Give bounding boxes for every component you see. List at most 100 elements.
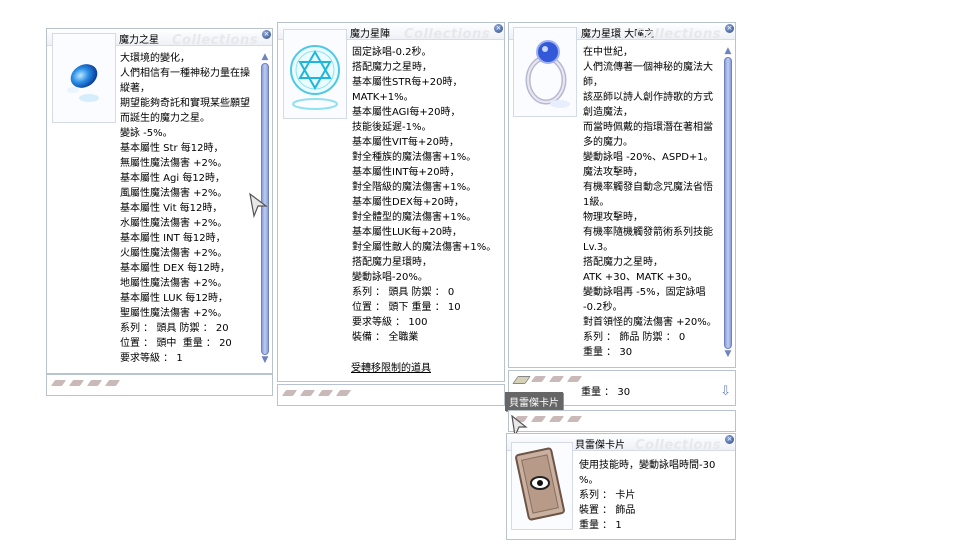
blue-gem-icon: [67, 64, 99, 102]
description-line: 重量 ： 1: [579, 520, 622, 531]
collections-watermark: Collections: [634, 27, 721, 42]
description-line: 有機率隨機觸發箭術系列技能: [583, 227, 713, 238]
description-line: 基本屬性AGI每+20時，: [352, 107, 461, 118]
description-line: 變詠 -5%。: [120, 128, 173, 139]
description-line: 火屬性魔法傷害 +2%。: [120, 248, 228, 259]
scroll-down-arrow[interactable]: ▼: [260, 356, 270, 365]
hexagram-icon: [290, 45, 340, 110]
description-line: 系列 ： 頭具 防禦 ： 20: [120, 323, 229, 334]
description-line: 物理攻擊時，: [583, 212, 643, 223]
description-line: 裝備 ： 全職業: [352, 332, 419, 343]
card-slot-filled[interactable]: [512, 376, 531, 384]
card-slot[interactable]: [86, 380, 103, 386]
description-line: 要求等級 ： 1: [120, 353, 183, 364]
description-line: 使用技能時，變動詠唱時間-30: [579, 460, 716, 471]
description-line: 魔法攻擊時，: [583, 167, 643, 178]
card-slot[interactable]: [104, 380, 121, 386]
description-line: 有機率觸發自動念咒魔法省悟: [583, 182, 713, 193]
scroll-down-arrow[interactable]: ▼: [723, 350, 733, 359]
card-slot-bar: [277, 384, 505, 406]
description-line: 變動詠唱-20%。: [352, 272, 428, 283]
description-line: 搭配魔力之星時，: [352, 62, 432, 73]
description-line: 對全屬性敵人的魔法傷害+1%。: [352, 242, 497, 253]
item-window-magic-circle: 魔力星陣 Collections × 固定詠唱-0.2秒。 搭配魔力之星時， 基本屬…: [277, 22, 505, 382]
item-image: [283, 29, 347, 119]
description-line: 基本屬性 DEX 每12時，: [120, 263, 230, 274]
card-slot[interactable]: [317, 390, 334, 396]
close-icon[interactable]: ×: [725, 24, 734, 33]
scroll-thumb[interactable]: [724, 57, 732, 349]
description-line: 基本屬性 Agi 每12時，: [120, 173, 226, 184]
description-line: 搭配魔力星環時，: [352, 257, 432, 268]
description-line: 系列 ： 頭具 防禦 ： 0: [352, 287, 455, 298]
description-line: 該巫師以詩人創作詩歌的方式: [583, 92, 713, 103]
item-image: [52, 33, 116, 123]
scroll-down-arrow-icon[interactable]: ⇩: [720, 384, 731, 399]
item-description: 使用技能時，變動詠唱時間-30 %。系列 ： 卡片 裝置 ： 飾品 重量 ： 1: [579, 458, 729, 533]
description-line: 師，: [583, 77, 603, 88]
description-line: 系列 ： 卡片: [579, 490, 636, 501]
description-line: 聖屬性魔法傷害 +2%。: [120, 308, 228, 319]
card-slot[interactable]: [281, 390, 298, 396]
card-slot-bar: [508, 410, 736, 432]
description-line: 裝置 ： 飾品: [579, 505, 636, 516]
description-line: 變動詠唱再 -5%，固定詠唱: [583, 287, 706, 298]
card-slot[interactable]: [548, 416, 565, 422]
item-window-card: 貝雷傑卡片 Collections × 使用技能時，變動詠唱時間-30 %。 系列 …: [506, 433, 736, 540]
card-slot[interactable]: [566, 376, 583, 382]
description-line: 多的魔力。: [583, 137, 633, 148]
description-line: 創造魔法，: [583, 107, 633, 118]
description-line: 人們流傳著一個神秘的魔法大: [583, 62, 713, 73]
description-line: 對全種族的魔法傷害+1%。: [352, 152, 477, 163]
weight-row: 重量 ： 30: [581, 387, 631, 398]
card-slot[interactable]: [530, 416, 547, 422]
card-slot[interactable]: [68, 380, 85, 386]
close-icon[interactable]: ×: [725, 435, 734, 444]
description-line: 人們相信有一種神秘力量在操: [120, 68, 250, 79]
description-line: 對全體型的魔法傷害+1%。: [352, 212, 477, 223]
description-line: %。: [579, 475, 599, 486]
card-slot[interactable]: [335, 390, 352, 396]
scroll-up-arrow[interactable]: ▲: [723, 47, 733, 56]
description-line: 基本屬性 LUK 每12時，: [120, 293, 229, 304]
description-line: 而當時佩戴的指環潛在著相當: [583, 122, 713, 133]
item-window-magic-star: 魔力之星 Collections × 大環境的變化， 人們相信有一種神秘力量在操縱…: [46, 28, 273, 374]
card-slot[interactable]: [566, 416, 583, 422]
card-slot[interactable]: [530, 376, 547, 382]
card-slot[interactable]: [299, 390, 316, 396]
item-image: [511, 442, 573, 530]
item-window-magic-ring: 魔力星環 大嘴之 Collections × 在中世紀， 人們流傳著一個神秘的魔法…: [508, 22, 736, 368]
description-line: 基本屬性 Vit 每12時，: [120, 203, 223, 214]
description-line: 位置 ： 頭下 重量 ： 10: [352, 302, 461, 313]
description-line: MATK+1%。: [352, 92, 414, 103]
description-line: 位置 ： 頭中 重量 ： 20: [120, 338, 232, 349]
description-line: 固定詠唱-0.2秒。: [352, 47, 432, 58]
description-line: 縱著，: [120, 83, 150, 94]
description-line: 變動詠唱 -20%、ASPD+1。: [583, 152, 714, 163]
collections-watermark: Collections: [171, 33, 258, 48]
description-line: 重量 ： 30: [583, 347, 633, 358]
description-line: 基本屬性INT每+20時，: [352, 167, 460, 178]
close-icon[interactable]: ×: [262, 30, 271, 39]
card-slot[interactable]: [548, 376, 565, 382]
description-line: 無屬性魔法傷害 +2%。: [120, 158, 228, 169]
description-line: 對全階級的魔法傷害+1%。: [352, 182, 477, 193]
description-line: 基本屬性DEX每+20時，: [352, 197, 464, 208]
description-line: 要求等級 ： 100: [352, 317, 428, 328]
collections-watermark: Collections: [403, 27, 490, 42]
description-line: 基本屬性STR每+20時，: [352, 77, 463, 88]
description-line: 基本屬性VIT每+20時，: [352, 137, 460, 148]
scroll-up-arrow[interactable]: ▲: [260, 53, 270, 62]
card-slot[interactable]: [50, 380, 67, 386]
description-line: 水屬性魔法傷害 +2%。: [120, 218, 228, 229]
scrollbar[interactable]: ▲ ▼: [723, 47, 733, 359]
transfer-restriction-link[interactable]: 受轉移限制的道具: [351, 361, 431, 376]
description-line: 技能後延遲-1%。: [352, 122, 432, 133]
description-line: 風屬性魔法傷害 +2%。: [120, 188, 228, 199]
mouse-cursor-icon: [249, 192, 268, 218]
card-slot-bar: [46, 374, 273, 396]
card-name-tooltip: 貝雷傑卡片: [505, 392, 563, 411]
description-line: 基本屬性LUK每+20時，: [352, 227, 463, 238]
close-icon[interactable]: ×: [494, 24, 503, 33]
item-title: 魔力之星: [119, 35, 159, 46]
